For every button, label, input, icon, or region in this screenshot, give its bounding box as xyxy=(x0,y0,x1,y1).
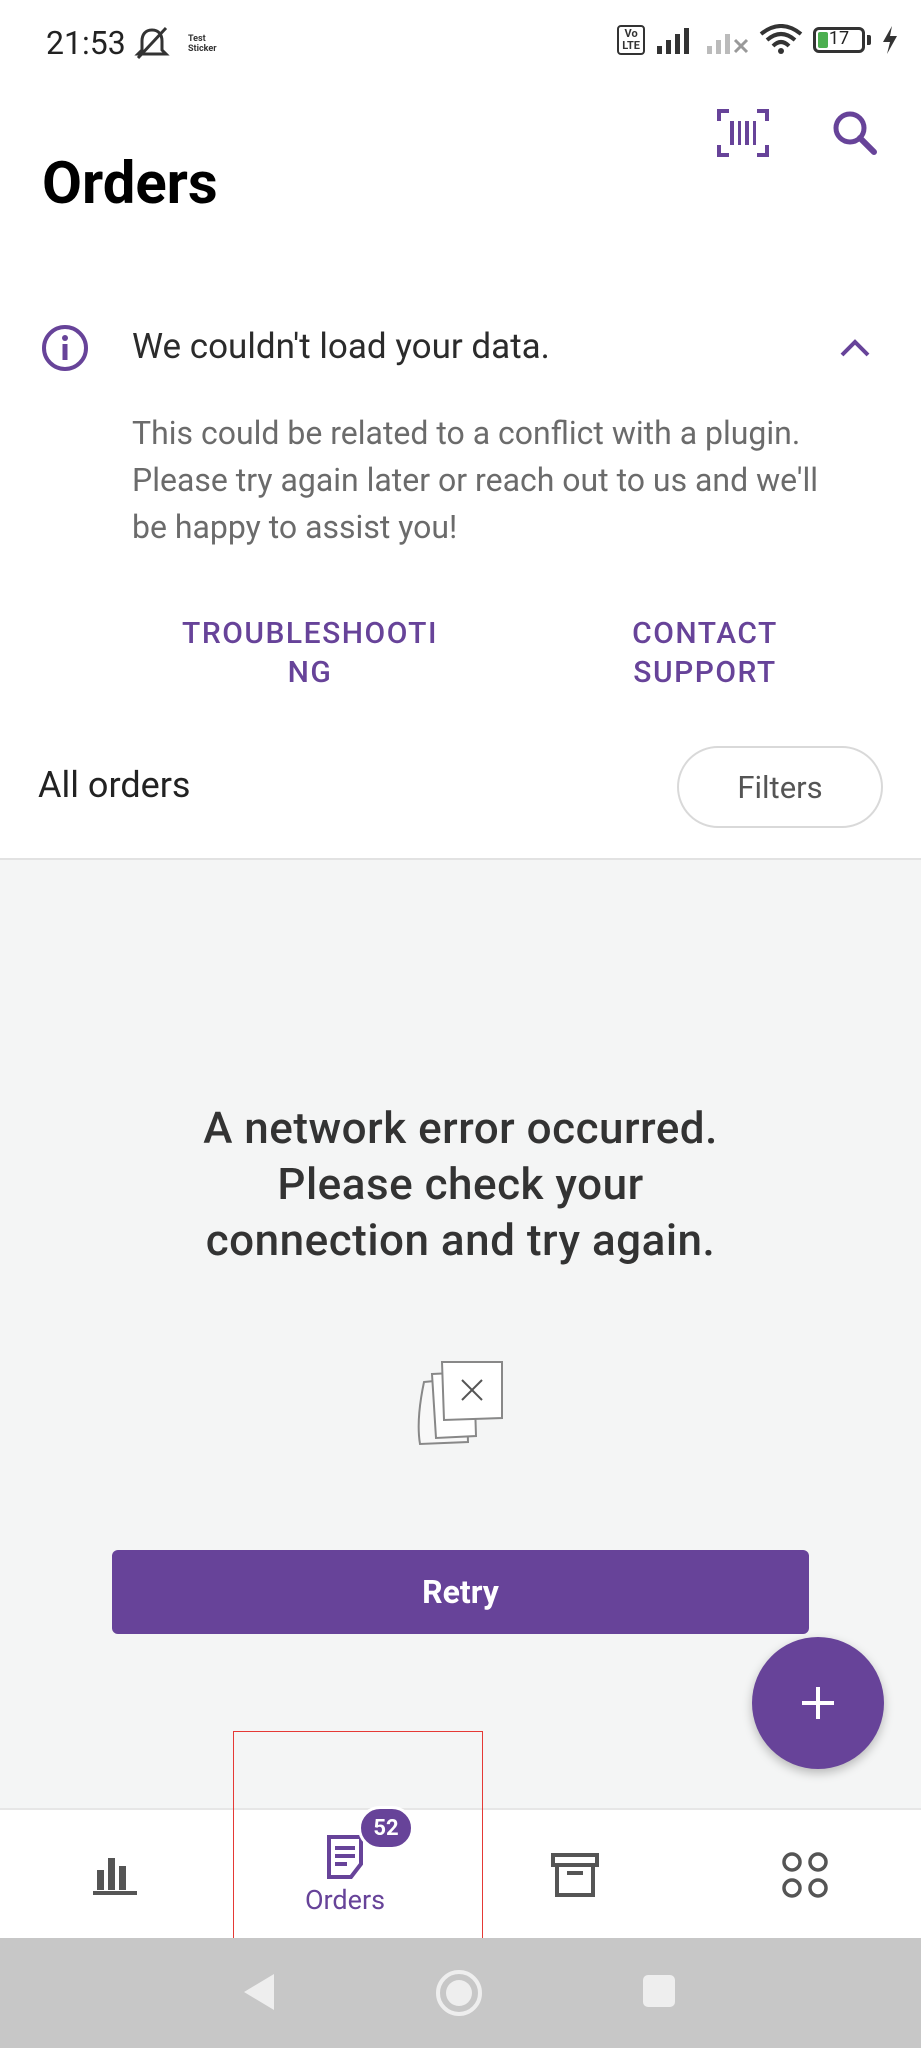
status-time: 21:53 xyxy=(46,24,126,62)
search-button[interactable] xyxy=(820,98,890,168)
error-message-line1: A network error occurred. xyxy=(203,1102,718,1154)
grid-dots-icon xyxy=(782,1852,828,1898)
signal-off-icon xyxy=(707,34,749,54)
wifi-icon xyxy=(759,24,803,54)
barcode-scan-icon xyxy=(717,109,769,157)
sticker-icon: Test Sticker xyxy=(188,34,217,54)
archive-box-icon xyxy=(551,1853,599,1897)
nav-item-stats[interactable] xyxy=(0,1810,230,1940)
notice-body: This could be related to a conflict with… xyxy=(132,414,819,546)
bar-chart-icon xyxy=(93,1858,137,1895)
error-message-line3: connection and try again. xyxy=(205,1214,716,1266)
chevron-up-icon xyxy=(840,339,870,357)
back-triangle-icon xyxy=(244,1974,274,2010)
add-order-button[interactable] xyxy=(752,1637,884,1769)
system-nav-bar xyxy=(0,1938,921,2048)
signal-icon xyxy=(657,28,689,54)
contact-support-button[interactable]: CONTACT SUPPORT xyxy=(590,614,820,692)
search-icon xyxy=(833,111,877,155)
back-button[interactable] xyxy=(238,1970,278,2018)
nav-item-products[interactable] xyxy=(460,1810,690,1940)
sticker-line1: Test xyxy=(188,34,206,44)
orders-icon xyxy=(327,1835,363,1879)
home-circle-icon xyxy=(436,1970,482,2016)
status-bar: 21:53 Test Sticker Vo LTE 17 xyxy=(0,0,921,92)
volte-line2: LTE xyxy=(622,39,640,52)
recents-button[interactable] xyxy=(642,1974,676,2012)
charging-icon xyxy=(883,26,897,54)
mute-icon xyxy=(132,26,172,66)
nav-item-orders[interactable]: Orders xyxy=(230,1810,460,1940)
nav-item-more[interactable] xyxy=(690,1810,920,1940)
notice-title: We couldn't load your data. xyxy=(132,326,550,367)
nav-label-orders: Orders xyxy=(304,1884,386,1916)
battery-level: 17 xyxy=(828,28,850,49)
plus-icon xyxy=(802,1687,834,1719)
recents-square-icon xyxy=(643,1975,675,2007)
info-icon xyxy=(40,323,90,377)
error-message-line2: Please check your xyxy=(277,1158,644,1210)
contact-support-label-line2: SUPPORT xyxy=(633,655,777,690)
volte-icon: Vo LTE xyxy=(617,25,645,55)
error-message: A network error occurred. Please check y… xyxy=(100,1100,821,1268)
bottom-nav: Orders xyxy=(0,1808,921,1938)
contact-support-label-line1: CONTACT xyxy=(632,616,778,651)
retry-button[interactable]: Retry xyxy=(112,1550,809,1634)
barcode-scan-button[interactable] xyxy=(708,98,778,168)
troubleshooting-label-line1: TROUBLESHOOTI xyxy=(182,616,438,651)
orders-count-badge: 52 xyxy=(358,1806,414,1850)
collapse-notice-button[interactable] xyxy=(832,330,878,366)
page-title: Orders xyxy=(42,150,218,218)
troubleshooting-label-line2: NG xyxy=(287,655,333,690)
network-error-illustration xyxy=(414,1360,508,1452)
all-orders-title: All orders xyxy=(38,764,191,806)
battery-icon: 17 xyxy=(813,27,865,53)
sticker-line2: Sticker xyxy=(188,44,217,54)
troubleshooting-button[interactable]: TROUBLESHOOTI NG xyxy=(160,614,460,692)
filters-button[interactable]: Filters xyxy=(677,746,883,828)
home-button[interactable] xyxy=(434,1968,484,2022)
status-right-icons: Vo LTE 17 xyxy=(617,24,899,56)
